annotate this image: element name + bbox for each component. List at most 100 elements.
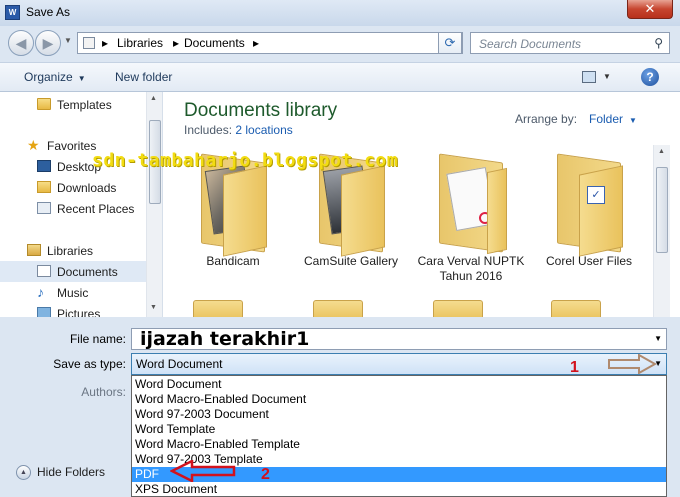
nav-item-label: Templates (57, 98, 112, 112)
annotation-number-1: 1 (570, 359, 579, 376)
hide-folders-button[interactable]: ▲ Hide Folders (16, 465, 106, 481)
view-options-chevron-down-icon[interactable]: ▼ (603, 72, 611, 81)
document-icon (37, 265, 51, 277)
breadcrumb-documents[interactable]: Documents (184, 36, 245, 50)
includes-label: Includes: (184, 123, 233, 137)
close-button[interactable]: ✕ (627, 0, 673, 19)
save-form: File name: ijazah terakhir1 ▼ Save as ty… (0, 317, 680, 497)
libraries-icon (27, 244, 41, 256)
locations-link[interactable]: 2 locations (235, 123, 292, 137)
nav-item-label: Pictures (57, 307, 101, 317)
window-title: Save As (26, 5, 71, 19)
nav-item-recent-places[interactable]: Recent Places (0, 198, 146, 219)
breadcrumb-separator-icon[interactable]: ▸ (253, 36, 259, 50)
nav-item-label: Favorites (47, 139, 97, 153)
recent-places-icon (37, 202, 51, 214)
folder-name: CamSuite Gallery (303, 254, 399, 268)
scrollbar-thumb[interactable] (656, 167, 668, 253)
save-as-type-label: Save as type: (53, 357, 126, 371)
folder-icon[interactable] (193, 300, 243, 317)
type-option[interactable]: Word Macro-Enabled Template (132, 437, 666, 452)
library-includes: Includes: 2 locations (184, 123, 293, 137)
folder-name: Corel User Files (545, 254, 632, 268)
file-list-pane: Documents library Includes: 2 locations … (163, 92, 680, 317)
nav-item-templates[interactable]: Templates (0, 94, 146, 115)
address-bar[interactable]: ▸ Libraries ▸ Documents ▸ ▼ (77, 32, 506, 54)
library-title: Documents library (184, 100, 338, 121)
hide-folders-label: Hide Folders (37, 465, 106, 479)
downloads-icon (37, 181, 51, 193)
back-button[interactable]: ◀ (8, 30, 34, 56)
nav-item-label: Music (57, 286, 89, 300)
back-arrow-icon: ◀ (15, 35, 27, 51)
file-name-value: ijazah terakhir1 (140, 328, 310, 350)
arrange-by-value: Folder (589, 112, 624, 126)
type-option[interactable]: Word Document (132, 377, 666, 392)
annotation-arrow-icon (608, 354, 657, 374)
save-as-type-select[interactable]: Word Document ▼ (131, 353, 667, 375)
scroll-up-arrow-icon[interactable]: ▲ (658, 148, 665, 155)
arrange-by-dropdown[interactable]: Folder ▼ (589, 112, 637, 126)
breadcrumb-separator-icon[interactable]: ▸ (173, 36, 179, 50)
nav-item-downloads[interactable]: Downloads (0, 177, 146, 198)
search-input[interactable]: Search Documents ⚲ (470, 32, 670, 54)
save-as-type-value: Word Document (136, 357, 223, 371)
nav-item-documents[interactable]: Documents (0, 261, 146, 282)
organize-label: Organize (24, 70, 73, 84)
folder-icon[interactable] (551, 300, 601, 317)
word-app-icon: W (5, 5, 20, 20)
nav-pane-scrollbar[interactable]: ▲ ▼ (146, 92, 162, 317)
chevron-down-icon: ▼ (77, 74, 86, 83)
type-option[interactable]: Word Template (132, 422, 666, 437)
nav-item-music[interactable]: ♪ Music (0, 282, 146, 303)
new-folder-button[interactable]: New folder (115, 70, 172, 84)
change-view-icon[interactable] (582, 71, 596, 83)
chevron-down-icon[interactable]: ▼ (654, 334, 662, 343)
arrange-by-label: Arrange by: (515, 112, 578, 126)
scroll-down-arrow-icon[interactable]: ▼ (150, 304, 157, 311)
nav-item-libraries[interactable]: Libraries (0, 240, 146, 261)
nav-item-label: Downloads (57, 181, 117, 195)
type-option[interactable]: Word Macro-Enabled Document (132, 392, 666, 407)
file-name-input[interactable]: ijazah terakhir1 ▼ (131, 328, 667, 350)
pictures-icon (37, 307, 51, 317)
navigation-pane: Templates ★ Favorites Desktop Downloads … (0, 92, 163, 317)
refresh-button[interactable]: ⟳ (438, 32, 462, 54)
music-icon: ♪ (37, 284, 44, 300)
type-option[interactable]: Word 97-2003 Document (132, 407, 666, 422)
help-icon[interactable]: ? (641, 68, 659, 86)
command-toolbar: Organize ▼ New folder ▼ ? (0, 62, 680, 92)
scroll-up-arrow-icon[interactable]: ▲ (150, 95, 157, 102)
nav-item-label: Recent Places (57, 202, 135, 216)
folder-icon: ✓ (549, 152, 629, 257)
recent-locations-chevron-down-icon[interactable]: ▼ (64, 36, 72, 45)
folder-icon[interactable] (313, 300, 363, 317)
chevron-down-icon: ▼ (629, 116, 637, 125)
folder-location-icon (83, 37, 95, 49)
search-placeholder: Search Documents (479, 37, 582, 51)
folder-tile[interactable]: ✓ Corel User Files (535, 152, 643, 269)
folder-icon[interactable] (433, 300, 483, 317)
title-bar: W Save As ✕ (0, 0, 680, 26)
authors-label: Authors: (81, 385, 126, 399)
forward-button[interactable]: ▶ (35, 30, 61, 56)
folder-tile[interactable]: Cara Verval NUPTK Tahun 2016 (417, 152, 525, 284)
desktop-icon (37, 160, 51, 172)
file-name-label: File name: (69, 332, 126, 346)
nav-item-label: Documents (57, 265, 118, 279)
folder-icon (37, 98, 51, 110)
navigation-bar: ◀ ▶ ▼ ▸ Libraries ▸ Documents ▸ ▼ ⟳ Sear… (0, 26, 680, 62)
nav-item-pictures[interactable]: Pictures (0, 303, 146, 317)
organize-button[interactable]: Organize ▼ (24, 70, 86, 84)
file-list-scrollbar[interactable]: ▲ (653, 145, 670, 317)
blog-watermark: sdn-tambaharjo.blogspot.com (92, 150, 399, 171)
breadcrumb-separator-icon[interactable]: ▸ (102, 36, 108, 50)
folder-name: Bandicam (206, 254, 260, 268)
refresh-icon: ⟳ (444, 35, 456, 50)
annotation-arrow-icon (170, 460, 236, 482)
folder-name: Cara Verval NUPTK Tahun 2016 (417, 254, 525, 283)
type-option[interactable]: XPS Document (132, 482, 666, 497)
annotation-number-2: 2 (261, 466, 270, 483)
breadcrumb-libraries[interactable]: Libraries (117, 36, 163, 50)
chevron-up-icon: ▲ (16, 465, 31, 481)
